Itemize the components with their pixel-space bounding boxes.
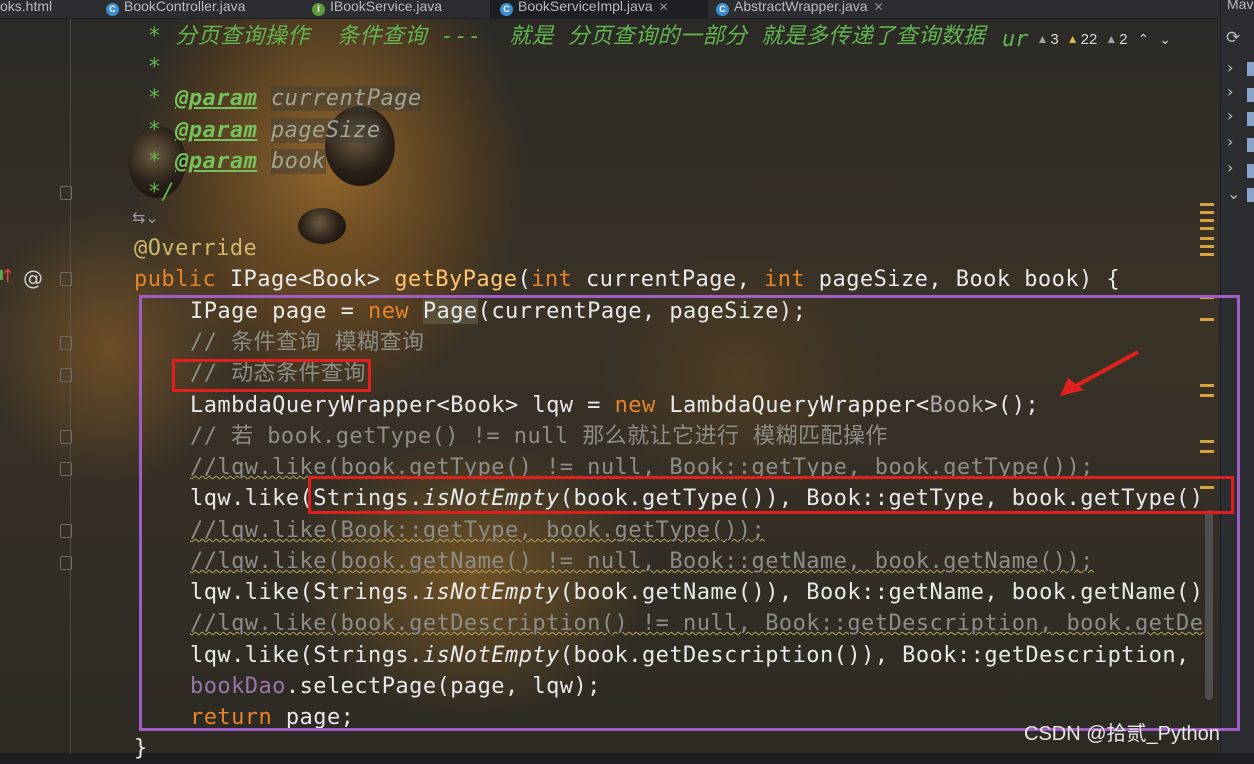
code-line: public IPage<Book> getByPage(int current… (134, 267, 1121, 292)
chevron-right-icon[interactable]: › (1227, 158, 1233, 177)
highlight-box-dynamic-query-comment (172, 359, 371, 392)
chevron-right-icon[interactable]: › (1227, 82, 1233, 101)
scroll-marker[interactable] (1200, 219, 1214, 222)
code-line: @Override (134, 236, 258, 261)
maven-module-icon (1247, 88, 1254, 102)
chevron-right-icon[interactable]: › (1227, 132, 1233, 151)
scroll-marker[interactable] (1200, 237, 1214, 240)
maven-panel-title[interactable]: Mav (1227, 0, 1253, 12)
maven-module-icon (1247, 112, 1254, 126)
maven-module-icon (1247, 164, 1254, 178)
highlight-box-isnotempty-call (308, 476, 1234, 514)
watermark: CSDN @拾贰_Python (1024, 723, 1220, 745)
code-line: * 分页查询操作 条件查询 --- 就是 分页查询的一部分 就是多传递了查询数据 (134, 24, 986, 49)
chevron-right-icon[interactable]: › (1227, 58, 1233, 77)
code-line: * @param book (134, 149, 326, 174)
code-line: * @param currentPage (134, 86, 422, 111)
scroll-marker[interactable] (1200, 227, 1214, 230)
maven-module-icon (1247, 138, 1254, 152)
code-line: */ (134, 180, 176, 205)
code-line: * @param pageSize (134, 118, 381, 143)
code-line: * (134, 55, 162, 80)
scroll-marker[interactable] (1200, 211, 1214, 214)
refresh-icon[interactable]: ⟳ (1226, 28, 1240, 48)
scroll-marker[interactable] (1200, 245, 1214, 248)
chevron-down-icon[interactable]: ⌄ (1227, 184, 1240, 203)
maven-module-icon (1247, 62, 1254, 76)
chevron-right-icon[interactable]: › (1227, 106, 1233, 125)
maven-module-icon (1247, 188, 1254, 202)
scroll-marker[interactable] (1200, 253, 1214, 256)
code-line: } (134, 736, 148, 761)
red-arrow-annotation (1060, 350, 1139, 396)
scroll-marker[interactable] (1200, 203, 1214, 206)
